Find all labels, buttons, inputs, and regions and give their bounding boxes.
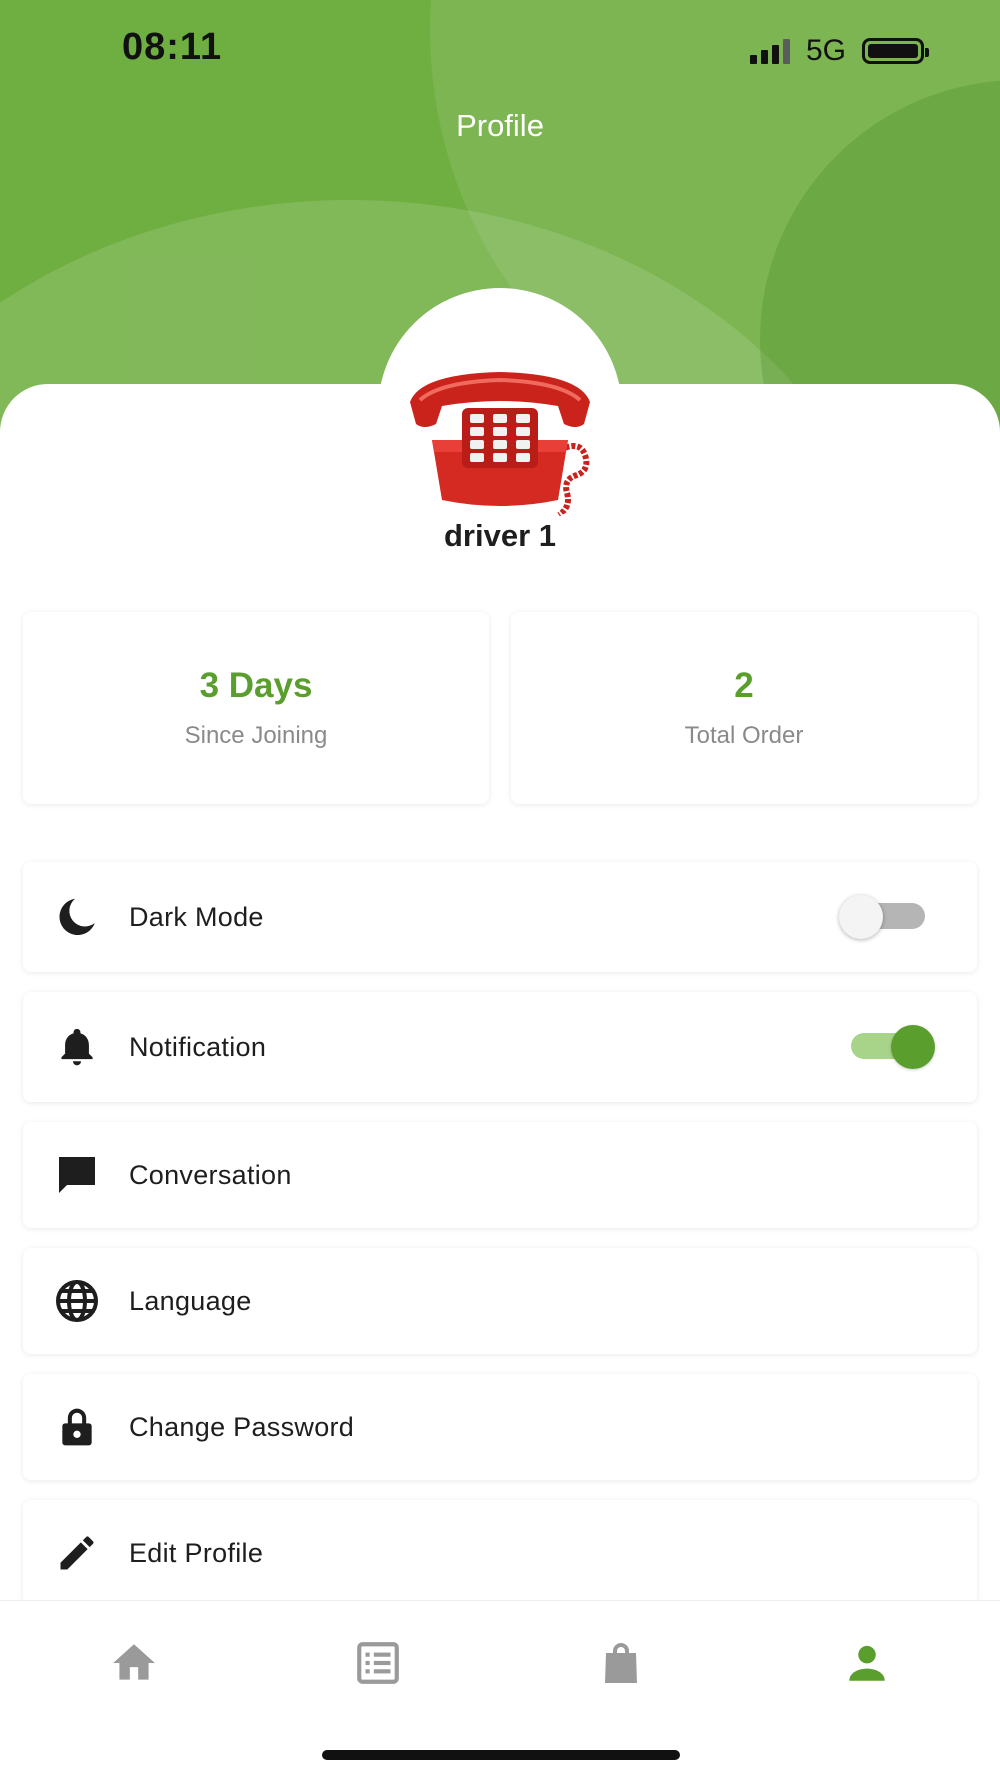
bell-icon <box>51 1021 103 1073</box>
stat-value: 2 <box>734 666 754 705</box>
person-icon <box>849 1645 885 1681</box>
home-indicator <box>322 1750 680 1760</box>
network-label: 5G <box>805 34 846 67</box>
orders-list-icon <box>357 1642 399 1684</box>
menu-item-label: Conversation <box>129 1159 292 1190</box>
nav-home[interactable] <box>99 1633 169 1693</box>
menu-item-label: Change Password <box>129 1411 355 1442</box>
menu-item-label: Edit Profile <box>129 1537 264 1568</box>
menu-item-change-password[interactable]: Change Password <box>23 1374 977 1480</box>
battery-icon <box>862 38 929 64</box>
menu-item-label: Language <box>129 1285 252 1316</box>
nav-orders[interactable] <box>343 1633 413 1693</box>
dark-mode-toggle[interactable] <box>839 895 929 939</box>
telephone-avatar-image <box>410 372 590 518</box>
stat-card-since-joining: 3 Days Since Joining <box>23 612 489 804</box>
globe-icon <box>51 1275 103 1327</box>
stat-value: 3 Days <box>199 666 313 705</box>
status-indicators: 5G <box>749 34 929 68</box>
menu-item-dark-mode[interactable]: Dark Mode <box>23 862 977 972</box>
nav-shop[interactable] <box>586 1633 656 1693</box>
signal-icon <box>749 38 790 64</box>
moon-icon <box>51 891 103 943</box>
pencil-icon <box>51 1527 103 1579</box>
lock-icon <box>51 1401 103 1453</box>
stat-label: Total Order <box>684 722 804 749</box>
menu-item-notification[interactable]: Notification <box>23 992 977 1102</box>
avatar[interactable] <box>378 288 622 532</box>
menu-item-language[interactable]: Language <box>23 1248 977 1354</box>
stat-label: Since Joining <box>184 722 328 749</box>
notification-toggle[interactable] <box>845 1025 935 1069</box>
stat-card-total-order: 2 Total Order <box>511 612 977 804</box>
chat-icon <box>51 1149 103 1201</box>
shopping-bag-icon <box>605 1643 637 1683</box>
menu-item-label: Dark Mode <box>129 901 264 932</box>
page-title: Profile <box>456 108 544 143</box>
status-time: 08:11 <box>122 26 223 68</box>
profile-name: driver 1 <box>443 518 556 553</box>
nav-profile[interactable] <box>832 1633 902 1693</box>
menu-item-conversation[interactable]: Conversation <box>23 1122 977 1228</box>
menu-item-label: Notification <box>129 1031 267 1062</box>
menu-item-edit-profile[interactable]: Edit Profile <box>23 1500 977 1606</box>
home-icon <box>113 1644 155 1680</box>
